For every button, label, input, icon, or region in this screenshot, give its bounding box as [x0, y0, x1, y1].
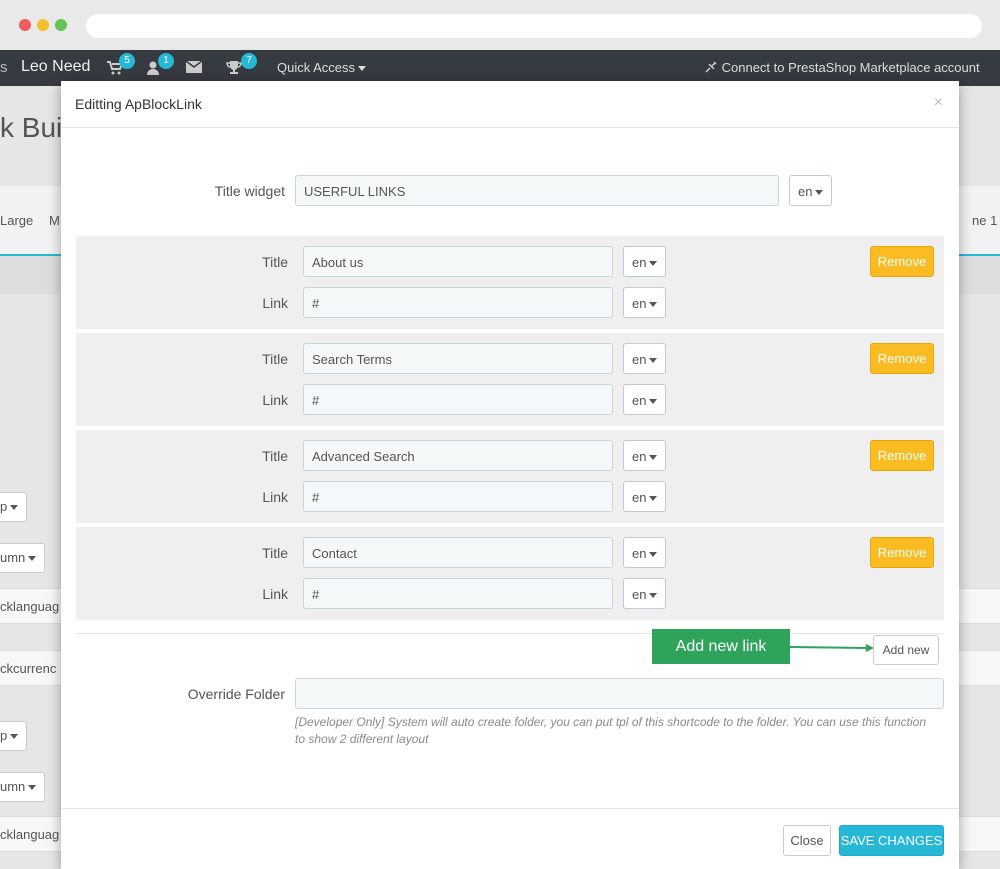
- remove-link-button[interactable]: Remove: [870, 343, 934, 374]
- add-new-link-button[interactable]: Add new: [873, 635, 939, 665]
- link-url-lang-select[interactable]: en: [623, 287, 666, 318]
- envelope-icon[interactable]: [185, 60, 203, 75]
- link-url-label: Link: [262, 392, 288, 408]
- customers-count-badge: 1: [158, 53, 174, 69]
- link-title-lang-select[interactable]: en: [623, 343, 666, 374]
- modal-header: Editting ApBlockLink ×: [61, 81, 959, 128]
- link-title-lang-select[interactable]: en: [623, 440, 666, 471]
- breadcrumb-fragment: s: [0, 59, 8, 76]
- plug-icon: [705, 61, 717, 73]
- link-url-lang-select[interactable]: en: [623, 578, 666, 609]
- link-title-label: Title: [262, 545, 288, 561]
- divider: [76, 633, 944, 634]
- background-toolbar-item: Large: [0, 213, 34, 228]
- remove-link-button[interactable]: Remove: [870, 537, 934, 568]
- override-folder-input[interactable]: [295, 678, 944, 709]
- quick-access-menu[interactable]: Quick Access: [277, 60, 367, 75]
- background-column-button: umn: [0, 543, 46, 573]
- link-url-label: Link: [262, 489, 288, 505]
- save-changes-button[interactable]: SAVE CHANGES: [839, 825, 944, 856]
- shop-name-link[interactable]: Leo Need: [21, 58, 90, 76]
- link-title-lang-select[interactable]: en: [623, 537, 666, 568]
- chevron-down-icon: [649, 302, 658, 308]
- link-url-input[interactable]: #: [303, 578, 613, 609]
- link-title-label: Title: [262, 351, 288, 367]
- link-url-lang-select[interactable]: en: [623, 384, 666, 415]
- orders-count-badge: 5: [119, 53, 135, 69]
- maximize-window-dot[interactable]: [55, 19, 67, 31]
- link-url-label: Link: [262, 295, 288, 311]
- link-title-label: Title: [262, 448, 288, 464]
- link-title-lang-select[interactable]: en: [623, 246, 666, 277]
- chevron-down-icon: [358, 66, 367, 72]
- override-folder-label: Override Folder: [187, 686, 285, 702]
- override-folder-help-text: [Developer Only] System will auto create…: [295, 715, 927, 746]
- chevron-down-icon: [649, 552, 658, 558]
- link-url-input[interactable]: #: [303, 287, 613, 318]
- link-group: Title Advanced Search en Remove Link # e…: [76, 430, 944, 523]
- chevron-down-icon: [649, 399, 658, 405]
- close-icon[interactable]: ×: [934, 94, 943, 112]
- chevron-down-icon: [649, 455, 658, 461]
- trophy-count-badge: 7: [241, 53, 257, 69]
- background-group-button: p: [0, 721, 28, 751]
- marketplace-connect-label: Connect to PrestaShop Marketplace accoun…: [721, 60, 980, 75]
- link-url-input[interactable]: #: [303, 384, 613, 415]
- close-button[interactable]: Close: [783, 825, 831, 856]
- chevron-down-icon: [815, 190, 824, 196]
- title-widget-input[interactable]: USERFUL LINKS: [295, 175, 779, 206]
- remove-link-button[interactable]: Remove: [870, 440, 934, 471]
- quick-access-label: Quick Access: [277, 60, 356, 75]
- link-title-label: Title: [262, 254, 288, 270]
- background-page-title: k Bui: [0, 112, 63, 143]
- link-group: Title Search Terms en Remove Link # en: [76, 333, 944, 426]
- marketplace-connect-link[interactable]: Connect to PrestaShop Marketplace accoun…: [704, 60, 980, 75]
- add-new-link-annotation: Add new link: [652, 629, 790, 664]
- background-toolbar-item: M: [49, 213, 60, 228]
- browser-chrome: [0, 0, 1000, 50]
- remove-link-button[interactable]: Remove: [870, 246, 934, 277]
- modal-footer: Close SAVE CHANGES: [61, 808, 959, 869]
- background-toolbar-item: ne 1: [972, 213, 998, 228]
- title-widget-lang-select[interactable]: en: [789, 175, 832, 206]
- link-title-input[interactable]: Advanced Search: [303, 440, 613, 471]
- address-bar[interactable]: [86, 14, 982, 38]
- link-url-lang-select[interactable]: en: [623, 481, 666, 512]
- background-group-button: p: [0, 492, 28, 522]
- chevron-down-icon: [649, 496, 658, 502]
- edit-block-link-modal: Editting ApBlockLink × Title widget USER…: [61, 81, 959, 869]
- link-title-input[interactable]: Contact: [303, 537, 613, 568]
- chevron-down-icon: [649, 593, 658, 599]
- link-group: Title About us en Remove Link # en: [76, 236, 944, 329]
- trophy-icon[interactable]: [226, 61, 242, 75]
- close-window-dot[interactable]: [19, 19, 31, 31]
- chevron-down-icon: [649, 358, 658, 364]
- lang-code: en: [798, 184, 813, 199]
- link-group: Title Contact en Remove Link # en: [76, 527, 944, 620]
- annotation-arrow-icon: [790, 644, 874, 652]
- chevron-down-icon: [649, 261, 658, 267]
- link-url-input[interactable]: #: [303, 481, 613, 512]
- link-title-input[interactable]: About us: [303, 246, 613, 277]
- link-url-label: Link: [262, 586, 288, 602]
- minimize-window-dot[interactable]: [37, 19, 49, 31]
- link-title-input[interactable]: Search Terms: [303, 343, 613, 374]
- title-widget-label: Title widget: [214, 183, 285, 199]
- background-column-button: umn: [0, 772, 46, 802]
- modal-title: Editting ApBlockLink: [75, 96, 202, 112]
